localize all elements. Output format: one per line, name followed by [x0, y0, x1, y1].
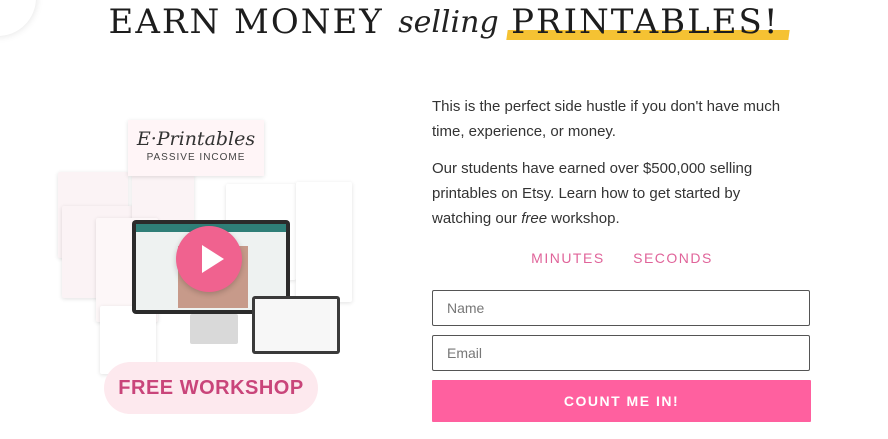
name-field[interactable]	[432, 290, 810, 326]
printable-page	[296, 182, 352, 302]
monitor-stand	[190, 314, 238, 344]
free-workshop-badge: FREE WORKSHOP	[104, 362, 318, 414]
intro-paragraph-2: Our students have earned over $500,000 s…	[432, 156, 802, 231]
play-icon[interactable]	[176, 226, 242, 292]
paragraph-text: workshop.	[547, 210, 620, 227]
cover-title-card: E·Printables PASSIVE INCOME	[128, 120, 264, 176]
intro-copy: This is the perfect side hustle if you d…	[432, 94, 802, 243]
emphasis-free: free	[521, 210, 548, 227]
headline-part1: EARN MONEY	[108, 2, 384, 42]
countdown-timer: MINUTES SECONDS	[432, 250, 812, 268]
headline-script-word: selling	[398, 4, 499, 40]
count-me-in-button[interactable]: COUNT ME IN!	[432, 380, 811, 422]
laptop-mockup	[252, 296, 340, 354]
cover-subtitle: PASSIVE INCOME	[146, 152, 246, 163]
email-field[interactable]	[432, 335, 810, 371]
page-headline: EARN MONEY selling PRINTABLES!	[0, 2, 888, 58]
printable-page	[132, 174, 194, 222]
timer-minutes-label: MINUTES	[531, 250, 605, 266]
timer-seconds-label: SECONDS	[633, 250, 713, 266]
intro-paragraph-1: This is the perfect side hustle if you d…	[432, 98, 781, 140]
workshop-promo-image[interactable]: E·Printables PASSIVE INCOME FREE WORKSHO…	[40, 100, 378, 418]
headline-part2: PRINTABLES!	[511, 2, 780, 42]
cover-title: E·Printables	[136, 128, 256, 150]
